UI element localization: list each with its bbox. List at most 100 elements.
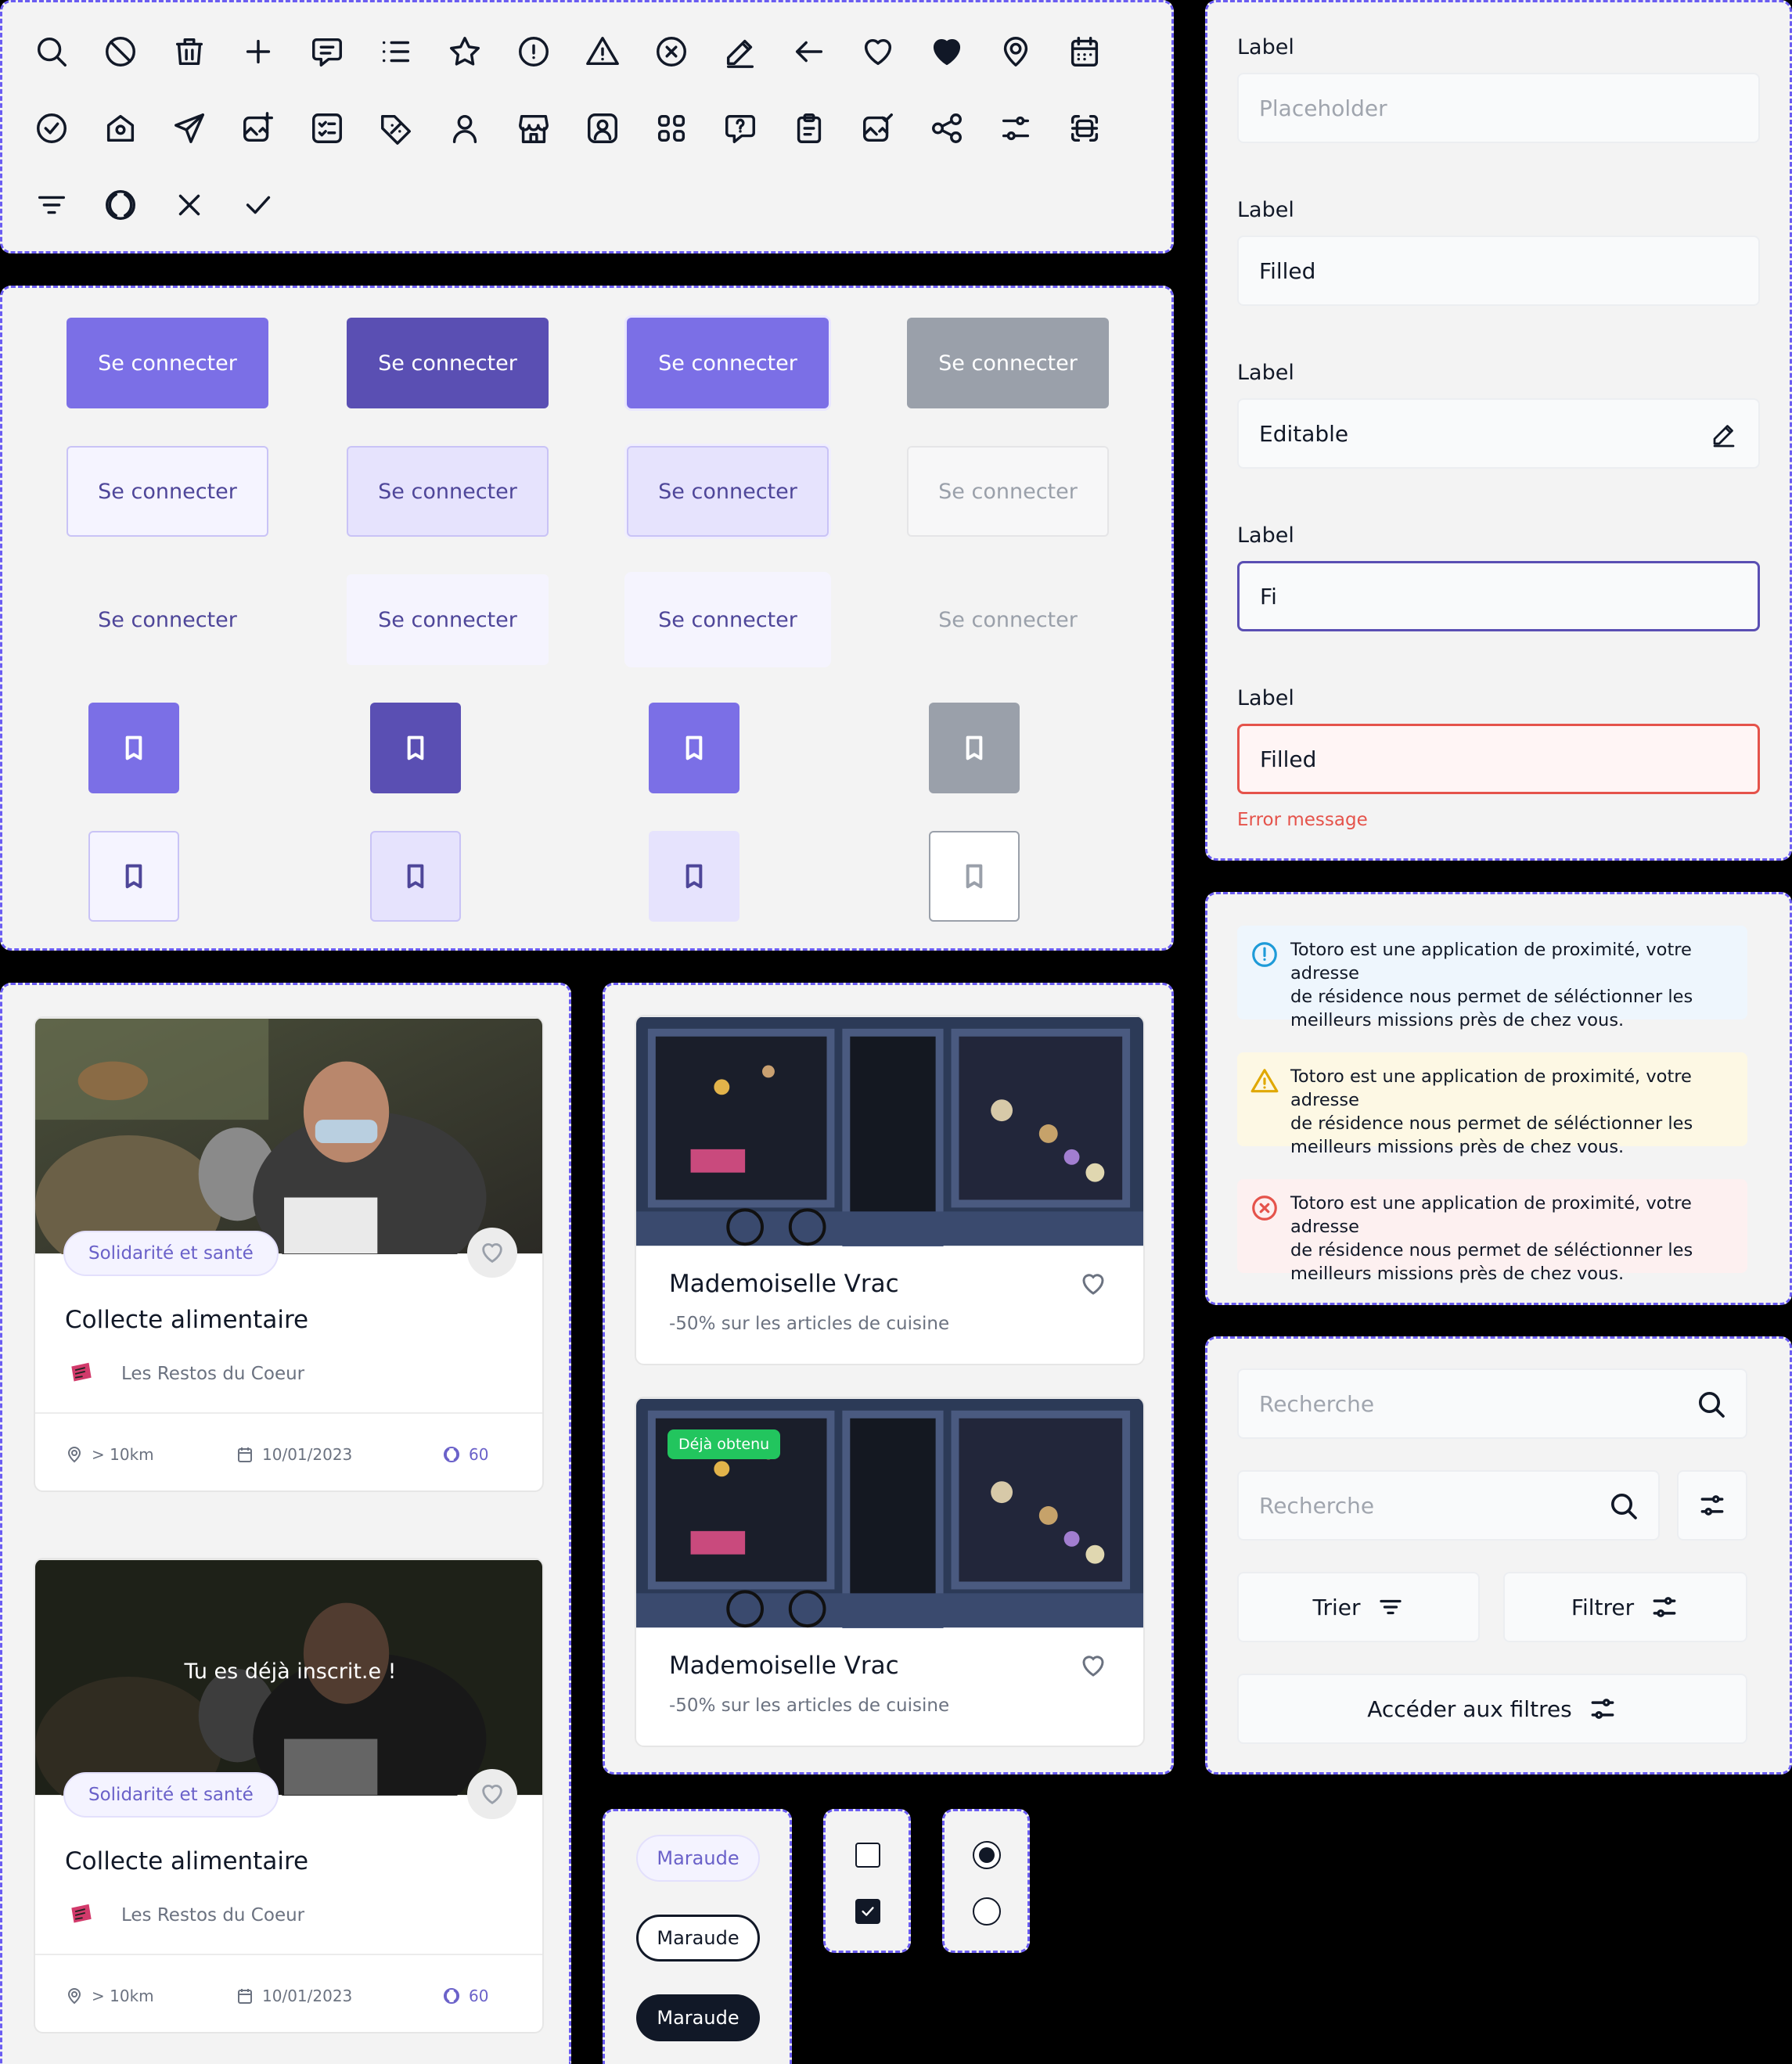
primary-button-disabled: Se connecter <box>907 318 1109 408</box>
category-tag: Solidarité et santé <box>63 1231 279 1276</box>
points-value: 60 <box>469 1445 489 1464</box>
checkbox-checked[interactable] <box>855 1899 880 1924</box>
tertiary-button[interactable]: Se connecter <box>67 574 268 665</box>
chips-panel: Maraude Maraude Maraude <box>603 1809 792 2064</box>
bookmark-button-focus[interactable] <box>649 703 739 793</box>
bookmark-icon <box>685 864 703 889</box>
offer-cards-panel: Mademoiselle Vrac -50% sur les articles … <box>603 983 1174 1775</box>
offer-subtitle: -50% sur les articles de cuisine <box>669 1695 950 1716</box>
search-icon[interactable] <box>1696 1389 1727 1420</box>
date-value: 10/01/2023 <box>262 1445 353 1464</box>
discount-tag-icon <box>378 110 414 146</box>
radio-selected[interactable] <box>973 1841 1001 1869</box>
chip-selected[interactable]: Maraude <box>636 1994 760 2041</box>
filter-button[interactable]: Filtrer <box>1503 1572 1747 1642</box>
favorite-button[interactable] <box>467 1228 517 1278</box>
bookmark-outline-button-disabled <box>929 831 1020 922</box>
text-input-focused[interactable]: Fi <box>1237 561 1760 631</box>
distance: > 10km <box>65 1987 154 2005</box>
alert-triangle-icon <box>1250 1066 1279 1096</box>
search-input-with-filter[interactable]: Recherche <box>1237 1470 1660 1541</box>
check-icon <box>240 187 276 223</box>
coin-icon <box>444 1447 459 1462</box>
coin-icon <box>103 187 139 223</box>
heart-icon <box>482 1785 502 1805</box>
distance-value: > 10km <box>92 1987 154 2005</box>
primary-button[interactable]: Se connecter <box>67 318 268 408</box>
input-value: Editable <box>1259 420 1349 447</box>
alert-text: de résidence nous permet de séléctionner… <box>1290 987 1693 1007</box>
alert-triangle-icon <box>585 34 621 70</box>
heart-icon[interactable] <box>1079 1652 1107 1680</box>
bookmark-icon <box>685 735 703 761</box>
bookmark-outline-button[interactable] <box>88 831 179 922</box>
heart-icon <box>482 1243 502 1264</box>
bookmark-icon <box>407 864 424 889</box>
filter-icon <box>1379 1599 1402 1615</box>
bookmark-button-pressed[interactable] <box>370 703 461 793</box>
bookmark-button[interactable] <box>88 703 179 793</box>
check-icon <box>862 1907 874 1916</box>
mission-card[interactable]: Solidarité et santé Collecte alimentaire… <box>34 1016 544 1492</box>
favorite-button[interactable] <box>467 1769 517 1819</box>
secondary-button-pressed[interactable]: Se connecter <box>347 446 549 537</box>
heart-icon <box>860 34 896 70</box>
photo-check-icon <box>860 110 896 146</box>
text-input-editable[interactable]: Editable <box>1237 398 1760 469</box>
x-circle-icon <box>653 34 689 70</box>
coin-icon <box>444 1988 459 2004</box>
offer-card-obtained[interactable]: Déjà obtenu Mademoiselle Vrac -50% sur l… <box>635 1397 1145 1747</box>
secondary-button-focus[interactable]: Se connecter <box>627 446 829 537</box>
checkbox-unchecked[interactable] <box>855 1843 880 1868</box>
primary-button-focus[interactable]: Se connecter <box>627 318 829 408</box>
info-alert: Totoro est une application de proximité,… <box>1237 926 1747 1030</box>
calendar-icon <box>1067 34 1103 70</box>
x-circle-icon <box>1250 1193 1279 1223</box>
apps-icon <box>653 110 689 146</box>
text-input-error[interactable]: Filled <box>1237 724 1760 794</box>
bookmark-outline-button-pressed[interactable] <box>370 831 461 922</box>
map-pin-icon <box>67 1447 81 1463</box>
pencil-icon <box>722 34 758 70</box>
text-input-filled[interactable]: Filled <box>1237 236 1760 306</box>
chip-outline[interactable]: Maraude <box>636 1915 760 1962</box>
distance-value: > 10km <box>92 1445 154 1464</box>
bookmark-icon <box>125 864 142 889</box>
alert-text: Totoro est une application de proximité,… <box>1290 1066 1692 1110</box>
chip-default[interactable]: Maraude <box>636 1835 760 1882</box>
secondary-button-disabled: Se connecter <box>907 446 1109 537</box>
offer-title: Mademoiselle Vrac <box>669 1270 899 1298</box>
search-icon <box>34 34 70 70</box>
points-value: 60 <box>469 1987 489 2005</box>
text-input-empty[interactable]: Placeholder <box>1237 73 1760 143</box>
primary-button-pressed[interactable]: Se connecter <box>347 318 549 408</box>
offer-card[interactable]: Mademoiselle Vrac -50% sur les articles … <box>635 1015 1145 1365</box>
trash-icon <box>171 34 207 70</box>
alert-text: meilleurs missions près de chez vous. <box>1290 1137 1625 1157</box>
user-icon <box>447 110 483 146</box>
secondary-button[interactable]: Se connecter <box>67 446 268 537</box>
points: 60 <box>442 1445 488 1464</box>
mission-card-registered[interactable]: Tu es déjà inscrit.e ! Solidarité et san… <box>34 1558 544 2033</box>
search-icon[interactable] <box>1608 1490 1639 1522</box>
date: 10/01/2023 <box>236 1987 352 2005</box>
mission-title: Collecte alimentaire <box>65 1306 309 1334</box>
bookmark-outline-button-focus[interactable] <box>649 831 739 922</box>
alert-text: de résidence nous permet de séléctionner… <box>1290 1113 1693 1134</box>
radio-unselected[interactable] <box>973 1897 1001 1926</box>
inputs-panel: Label Placeholder Label Filled Label Edi… <box>1205 0 1792 861</box>
card-divider <box>35 1412 542 1414</box>
heart-icon[interactable] <box>1079 1270 1107 1298</box>
radio-panel <box>942 1809 1030 1953</box>
offer-subtitle: -50% sur les articles de cuisine <box>669 1314 950 1334</box>
help-message-icon <box>722 110 758 146</box>
sort-button[interactable]: Trier <box>1237 1572 1480 1642</box>
pencil-icon[interactable] <box>1710 420 1738 448</box>
tertiary-button-pressed[interactable]: Se connecter <box>347 574 549 665</box>
input-label: Label <box>1237 198 1294 222</box>
filter-icon-button[interactable] <box>1677 1470 1747 1541</box>
tertiary-button-focus[interactable]: Se connecter <box>627 574 829 665</box>
access-filters-button[interactable]: Accéder aux filtres <box>1237 1674 1747 1744</box>
search-input[interactable]: Recherche <box>1237 1368 1747 1439</box>
message-icon <box>309 34 345 70</box>
